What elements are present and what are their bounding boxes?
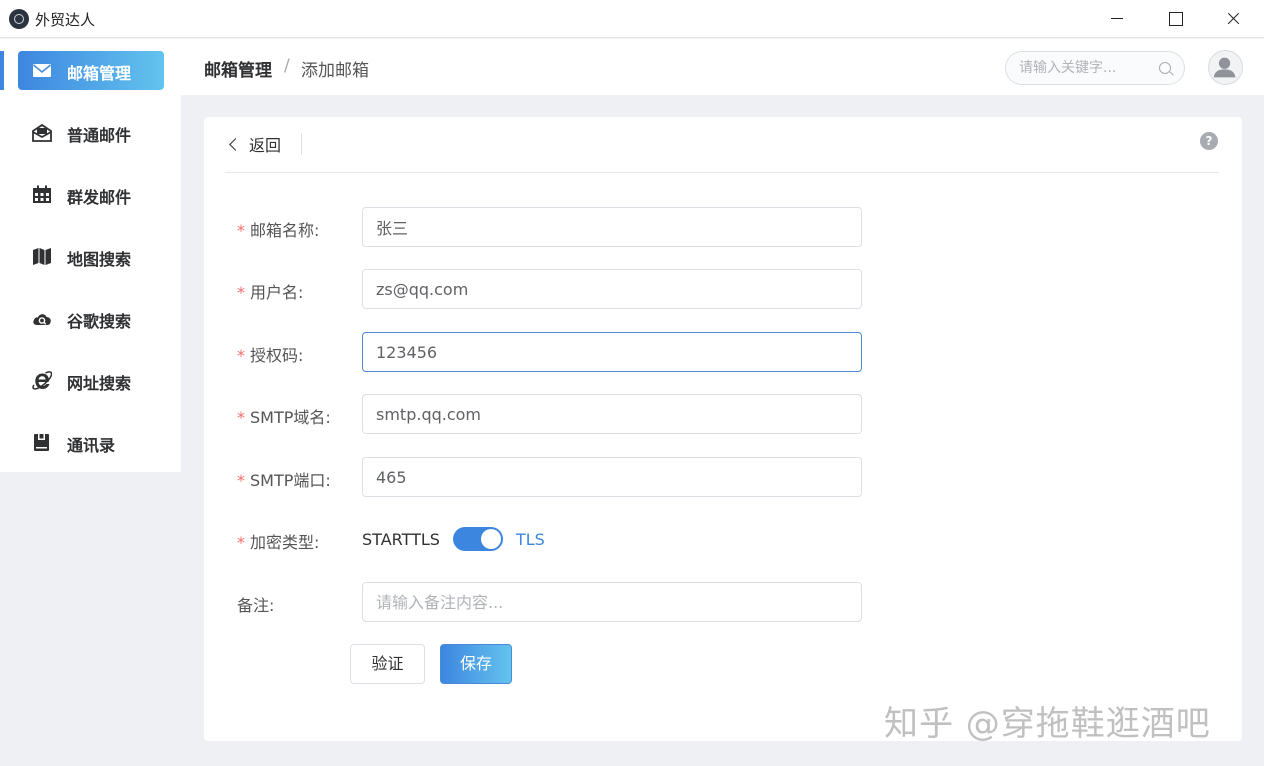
sidebar-item-label: 邮箱管理 bbox=[67, 60, 131, 84]
form-label-text: SMTP域名: bbox=[250, 408, 331, 427]
form-label-text: 加密类型: bbox=[250, 533, 319, 552]
open-mail-icon bbox=[32, 123, 52, 142]
header: 邮箱管理 / 添加邮箱 bbox=[181, 39, 1264, 95]
required-mark: * bbox=[237, 471, 245, 490]
sidebar-item-contacts[interactable]: 通讯录 bbox=[18, 423, 164, 462]
sidebar-item-google-search[interactable]: 谷歌搜索 bbox=[18, 299, 164, 338]
form-row-smtp-port: * SMTP端口: bbox=[204, 457, 1242, 497]
sidebar-item-normal-mail[interactable]: 普通邮件 bbox=[18, 113, 164, 152]
form-label-text: 邮箱名称: bbox=[250, 221, 319, 240]
form-row-auth-code: * 授权码: bbox=[204, 332, 1242, 372]
sidebar-item-bulk-mail[interactable]: 群发邮件 bbox=[18, 175, 164, 214]
search-box bbox=[1005, 51, 1185, 85]
form-row-mailbox-name: * 邮箱名称: bbox=[204, 207, 1242, 247]
main-card: 返回 ? * 邮箱名称: * 用户名: * 授权码: * SMTP域名: * SMTP端口… bbox=[204, 117, 1242, 741]
switch-option-tls[interactable]: TLS bbox=[516, 530, 545, 549]
breadcrumb-separator: / bbox=[284, 56, 290, 76]
switch-option-starttls[interactable]: STARTTLS bbox=[362, 530, 440, 549]
sidebar-item-label: 谷歌搜索 bbox=[67, 308, 131, 332]
required-mark: * bbox=[237, 408, 245, 427]
close-window-button[interactable] bbox=[1204, 0, 1262, 38]
sidebar-item-label: 网址搜索 bbox=[67, 370, 131, 394]
back-divider bbox=[301, 133, 302, 155]
sidebar-item-label: 群发邮件 bbox=[67, 184, 131, 208]
form-label-text: 授权码: bbox=[250, 346, 303, 365]
form-row-smtp-domain: * SMTP域名: bbox=[204, 394, 1242, 434]
form-label: * 授权码: bbox=[237, 342, 303, 366]
calendar-icon bbox=[32, 185, 52, 204]
sidebar-item-map-search[interactable]: 地图搜索 bbox=[18, 237, 164, 276]
app-logo-icon bbox=[9, 9, 29, 29]
user-icon bbox=[1209, 51, 1242, 84]
window-title: 外贸达人 bbox=[35, 9, 95, 30]
sidebar-item-label: 通讯录 bbox=[67, 432, 115, 456]
sidebar-item-label: 普通邮件 bbox=[67, 122, 131, 146]
form-row-note: 备注: bbox=[204, 582, 1242, 622]
form-label: * 邮箱名称: bbox=[237, 217, 319, 241]
title-bar: 外贸达人 bbox=[0, 0, 1264, 38]
breadcrumb-root[interactable]: 邮箱管理 bbox=[204, 56, 272, 81]
required-mark: * bbox=[237, 533, 245, 552]
form-label-text: 备注: bbox=[237, 592, 274, 616]
map-icon bbox=[32, 247, 52, 266]
smtp-port-input[interactable] bbox=[362, 457, 862, 497]
form-label-text: 用户名: bbox=[250, 283, 303, 302]
encryption-toggle[interactable] bbox=[453, 527, 503, 551]
avatar[interactable] bbox=[1208, 50, 1243, 85]
sidebar-item-label: 地图搜索 bbox=[67, 246, 131, 270]
form-label: * SMTP域名: bbox=[237, 404, 331, 428]
smtp-domain-input[interactable] bbox=[362, 394, 862, 434]
sidebar-item-mailbox-management[interactable]: 邮箱管理 bbox=[18, 51, 164, 90]
encryption-switch-group: STARTTLS TLS bbox=[362, 527, 545, 551]
form-row-username: * 用户名: bbox=[204, 269, 1242, 309]
chevron-left-icon bbox=[229, 138, 242, 151]
toggle-knob bbox=[481, 529, 501, 549]
help-icon[interactable]: ? bbox=[1200, 132, 1218, 150]
verify-button[interactable]: 验证 bbox=[350, 644, 425, 684]
contacts-book-icon bbox=[32, 433, 52, 452]
form-label-text: SMTP端口: bbox=[250, 471, 331, 490]
form-label: * 用户名: bbox=[237, 279, 303, 303]
required-mark: * bbox=[237, 221, 245, 240]
active-indicator bbox=[0, 51, 4, 90]
ie-browser-icon bbox=[32, 371, 52, 390]
username-input[interactable] bbox=[362, 269, 862, 309]
required-mark: * bbox=[237, 283, 245, 302]
auth-code-input[interactable] bbox=[362, 332, 862, 372]
minimize-button[interactable] bbox=[1088, 0, 1146, 38]
watermark: 知乎 @穿拖鞋逛酒吧 bbox=[884, 696, 1211, 745]
back-label: 返回 bbox=[249, 132, 281, 156]
maximize-button[interactable] bbox=[1146, 0, 1204, 38]
note-input[interactable] bbox=[362, 582, 862, 622]
sidebar-item-url-search[interactable]: 网址搜索 bbox=[18, 361, 164, 400]
mail-icon bbox=[32, 61, 52, 80]
save-button[interactable]: 保存 bbox=[440, 644, 512, 684]
form-label: * 加密类型: bbox=[237, 529, 319, 553]
breadcrumb-current: 添加邮箱 bbox=[301, 56, 369, 81]
required-mark: * bbox=[237, 346, 245, 365]
back-button[interactable]: 返回 bbox=[228, 133, 281, 155]
cloud-search-icon bbox=[32, 309, 52, 328]
sidebar: 邮箱管理 普通邮件 群发邮件 地图搜索 bbox=[0, 39, 181, 472]
form-label: * SMTP端口: bbox=[237, 467, 331, 491]
search-icon[interactable] bbox=[1159, 62, 1171, 74]
form-row-encryption: * 加密类型: STARTTLS TLS bbox=[204, 519, 1242, 559]
search-input[interactable] bbox=[1019, 59, 1154, 77]
mailbox-name-input[interactable] bbox=[362, 207, 862, 247]
card-divider bbox=[225, 172, 1219, 173]
